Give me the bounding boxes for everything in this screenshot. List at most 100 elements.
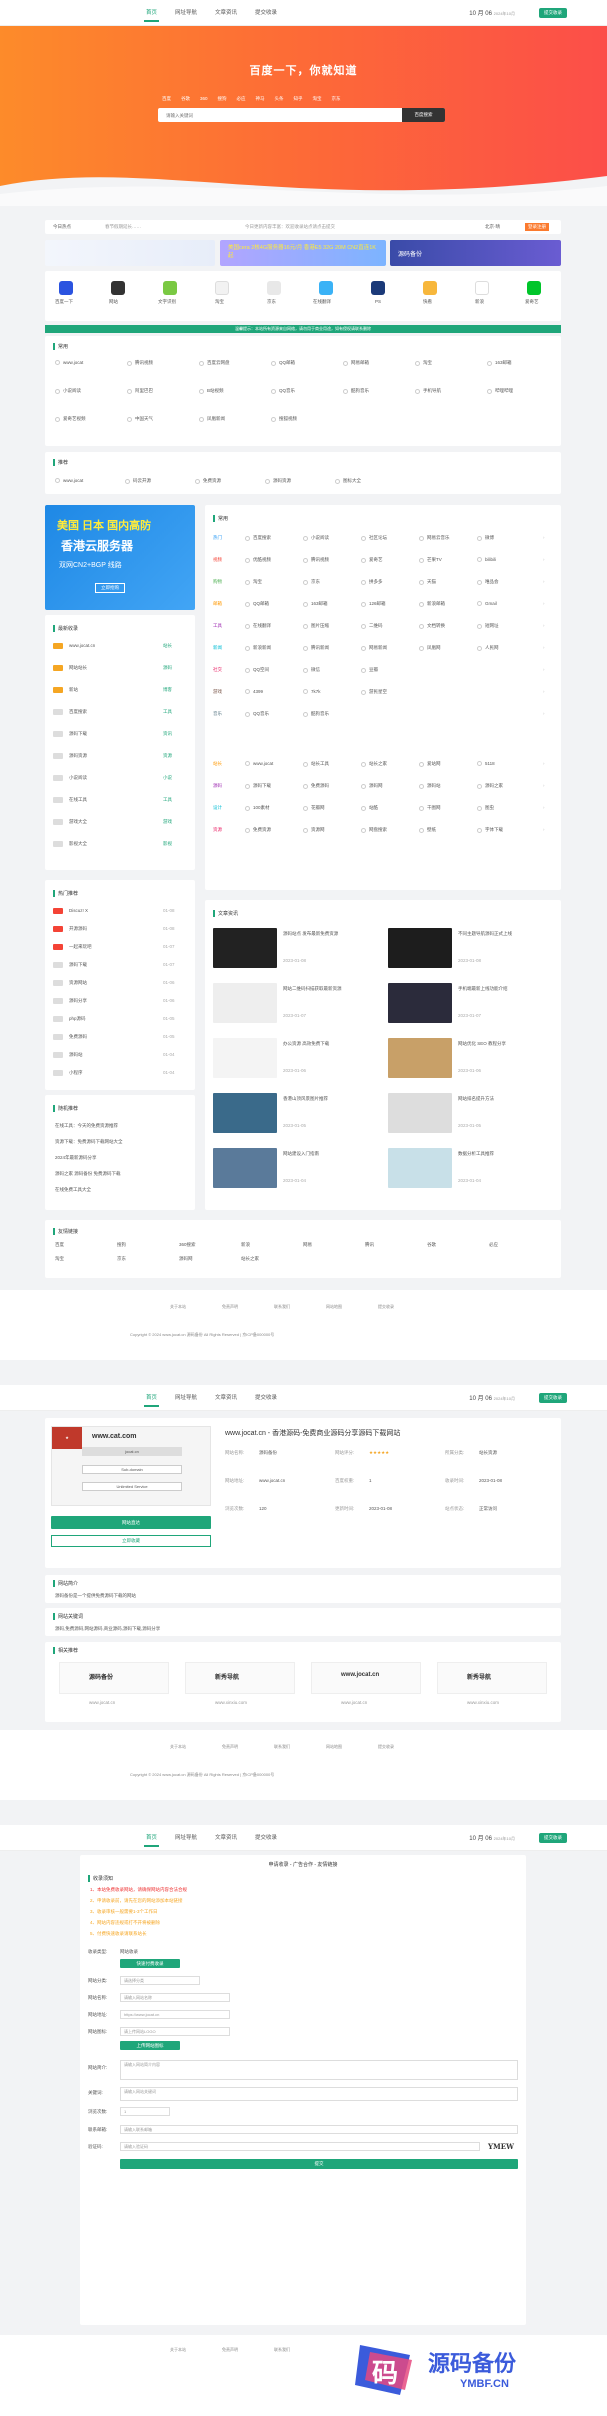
nav-directory[interactable]: 网址导航	[169, 1825, 203, 1851]
article-thumb[interactable]	[388, 1148, 452, 1188]
footer-link[interactable]: 联系我们	[274, 2347, 290, 2353]
add-site-button[interactable]: 提交收录	[539, 8, 567, 18]
related-name[interactable]: www.jocat.cn	[341, 1672, 379, 1678]
link-item[interactable]: 拼多多	[361, 579, 383, 585]
link-item[interactable]: 源码站	[419, 783, 441, 789]
link-item[interactable]: 中国天气	[127, 416, 153, 422]
chevron-right-icon[interactable]: ›	[543, 645, 545, 650]
nav-home[interactable]: 首页	[140, 1825, 163, 1851]
ocr-icon[interactable]	[163, 281, 177, 295]
nav-submit[interactable]: 提交收录	[249, 0, 283, 26]
category-name[interactable]: 游戏	[213, 689, 222, 695]
link-item[interactable]: 100素材	[245, 805, 270, 811]
link-item[interactable]: 微博	[477, 535, 494, 541]
banner-right[interactable]: 源码备份	[390, 240, 561, 266]
link-item[interactable]: www.jocat	[245, 761, 273, 766]
random-item[interactable]: 源码之家 源码备份 免费源码下载	[55, 1171, 121, 1177]
hot-item[interactable]: 小程序	[69, 1070, 83, 1076]
hot-item[interactable]: 源码下载	[69, 962, 87, 968]
article-title[interactable]: 手机端最新上线功能介绍	[458, 985, 553, 992]
link-item[interactable]: 站长之家	[361, 761, 387, 767]
random-item[interactable]: 在线免费工具大全	[55, 1187, 91, 1193]
article-thumb[interactable]	[213, 928, 277, 968]
latest-item[interactable]: 新站	[69, 687, 78, 693]
related-thumb[interactable]	[311, 1662, 421, 1694]
engine-tab[interactable]: 淘宝	[313, 96, 322, 102]
keyword-input[interactable]: 请输入网站关键词	[120, 2087, 518, 2101]
link-item[interactable]: 新浪新闻	[245, 645, 271, 651]
link-item[interactable]: 百度搜索	[245, 535, 271, 541]
engine-tab[interactable]: 谷歌	[181, 96, 190, 102]
link-item[interactable]: 网易新闻	[361, 645, 387, 651]
link-item[interactable]: 源码下载	[245, 783, 271, 789]
engine-tab[interactable]: 百度	[162, 96, 171, 102]
related-thumb[interactable]	[437, 1662, 547, 1694]
category-name[interactable]: 邮箱	[213, 601, 222, 607]
link-item[interactable]: QQ邮箱	[271, 360, 295, 366]
link-item[interactable]: 源码网	[361, 783, 383, 789]
captcha-image[interactable]: YMEW	[488, 2142, 514, 2151]
link-item[interactable]: Gmail	[477, 601, 497, 606]
chevron-right-icon[interactable]: ›	[543, 783, 545, 788]
link-item[interactable]: 站酷	[361, 805, 378, 811]
nav-home[interactable]: 首页	[140, 0, 163, 26]
link-item[interactable]: 新浪邮箱	[419, 601, 445, 607]
link-item[interactable]: 壁纸	[419, 827, 436, 833]
friend-link[interactable]: 必应	[489, 1242, 498, 1248]
category-name[interactable]: 源码	[213, 783, 222, 789]
link-item[interactable]: 163邮箱	[303, 601, 328, 607]
category-select[interactable]: 请选择分类	[120, 1976, 200, 1985]
link-item[interactable]: 百度云网盘	[199, 360, 230, 366]
engine-tab[interactable]: 必应	[237, 96, 246, 102]
category-name[interactable]: 站长	[213, 761, 222, 767]
footer-link[interactable]: 网站地图	[326, 1304, 342, 1310]
link-item[interactable]: 免费源码	[303, 783, 329, 789]
link-item[interactable]: 豆瓣	[361, 667, 378, 673]
friend-link[interactable]: 京东	[117, 1256, 126, 1262]
link-item[interactable]: 酷狗音乐	[343, 388, 369, 394]
footer-link[interactable]: 免责声明	[222, 1744, 238, 1750]
link-item[interactable]: 小说阅读	[55, 388, 81, 394]
hot-item[interactable]: 免费源码	[69, 1034, 87, 1040]
link-item[interactable]: 站长工具	[303, 761, 329, 767]
captcha-input[interactable]: 请输入验证码	[120, 2142, 480, 2151]
engine-tab[interactable]: 360	[200, 96, 208, 102]
link-item[interactable]: 短网址	[477, 623, 499, 629]
chevron-right-icon[interactable]: ›	[543, 623, 545, 628]
chevron-right-icon[interactable]: ›	[543, 689, 545, 694]
url-input[interactable]: https://www.jocat.cn	[120, 2010, 230, 2019]
friend-link[interactable]: 站长之家	[241, 1256, 259, 1262]
engine-tab[interactable]: 京东	[332, 96, 341, 102]
visit-button[interactable]: 网站直达	[51, 1516, 211, 1529]
add-site-button[interactable]: 提交收录	[539, 1833, 567, 1843]
link-item[interactable]: 小说阅读	[303, 535, 329, 541]
name-input[interactable]: 请输入网站名称	[120, 1993, 230, 2002]
link-item[interactable]: 花瓣网	[303, 805, 325, 811]
ad-box[interactable]: 美国 日本 国内高防 香港云服务器 双网CN2+BGP 线路 立即抢购	[45, 505, 195, 610]
iqiyi-icon[interactable]	[527, 281, 541, 295]
category-name[interactable]: 热门	[213, 535, 222, 541]
category-name[interactable]: 新闻	[213, 645, 222, 651]
logo-input[interactable]: 请上传网站LOGO	[120, 2027, 230, 2036]
email-input[interactable]: 请输入联系邮箱	[120, 2125, 518, 2134]
link-item[interactable]: 图虫	[477, 805, 494, 811]
link-item[interactable]: 腾讯新闻	[303, 645, 329, 651]
link-item[interactable]: 网易邮箱	[343, 360, 369, 366]
friend-link[interactable]: 百度	[55, 1242, 64, 1248]
search-button[interactable]: 百度搜索	[402, 108, 445, 122]
chevron-right-icon[interactable]: ›	[543, 601, 545, 606]
link-item[interactable]: 源码之家	[477, 783, 503, 789]
latest-item[interactable]: 在线工具	[69, 797, 87, 803]
article-title[interactable]: 网站二维码扫描获取最新资源	[283, 985, 378, 992]
link-item[interactable]: 腾讯视频	[127, 360, 153, 366]
latest-item[interactable]: 游戏大全	[69, 819, 87, 825]
nav-articles[interactable]: 文章资讯	[209, 0, 243, 26]
link-item[interactable]: 天猫	[419, 579, 436, 585]
category-name[interactable]: 设计	[213, 805, 222, 811]
link-item[interactable]: 千图网	[419, 805, 441, 811]
latest-item[interactable]: 影视大全	[69, 841, 87, 847]
chevron-right-icon[interactable]: ›	[543, 667, 545, 672]
link-item[interactable]: 凤凰新闻	[199, 416, 225, 422]
link-item[interactable]: 网易云音乐	[419, 535, 450, 541]
link-item[interactable]: QQ邮箱	[245, 601, 269, 607]
